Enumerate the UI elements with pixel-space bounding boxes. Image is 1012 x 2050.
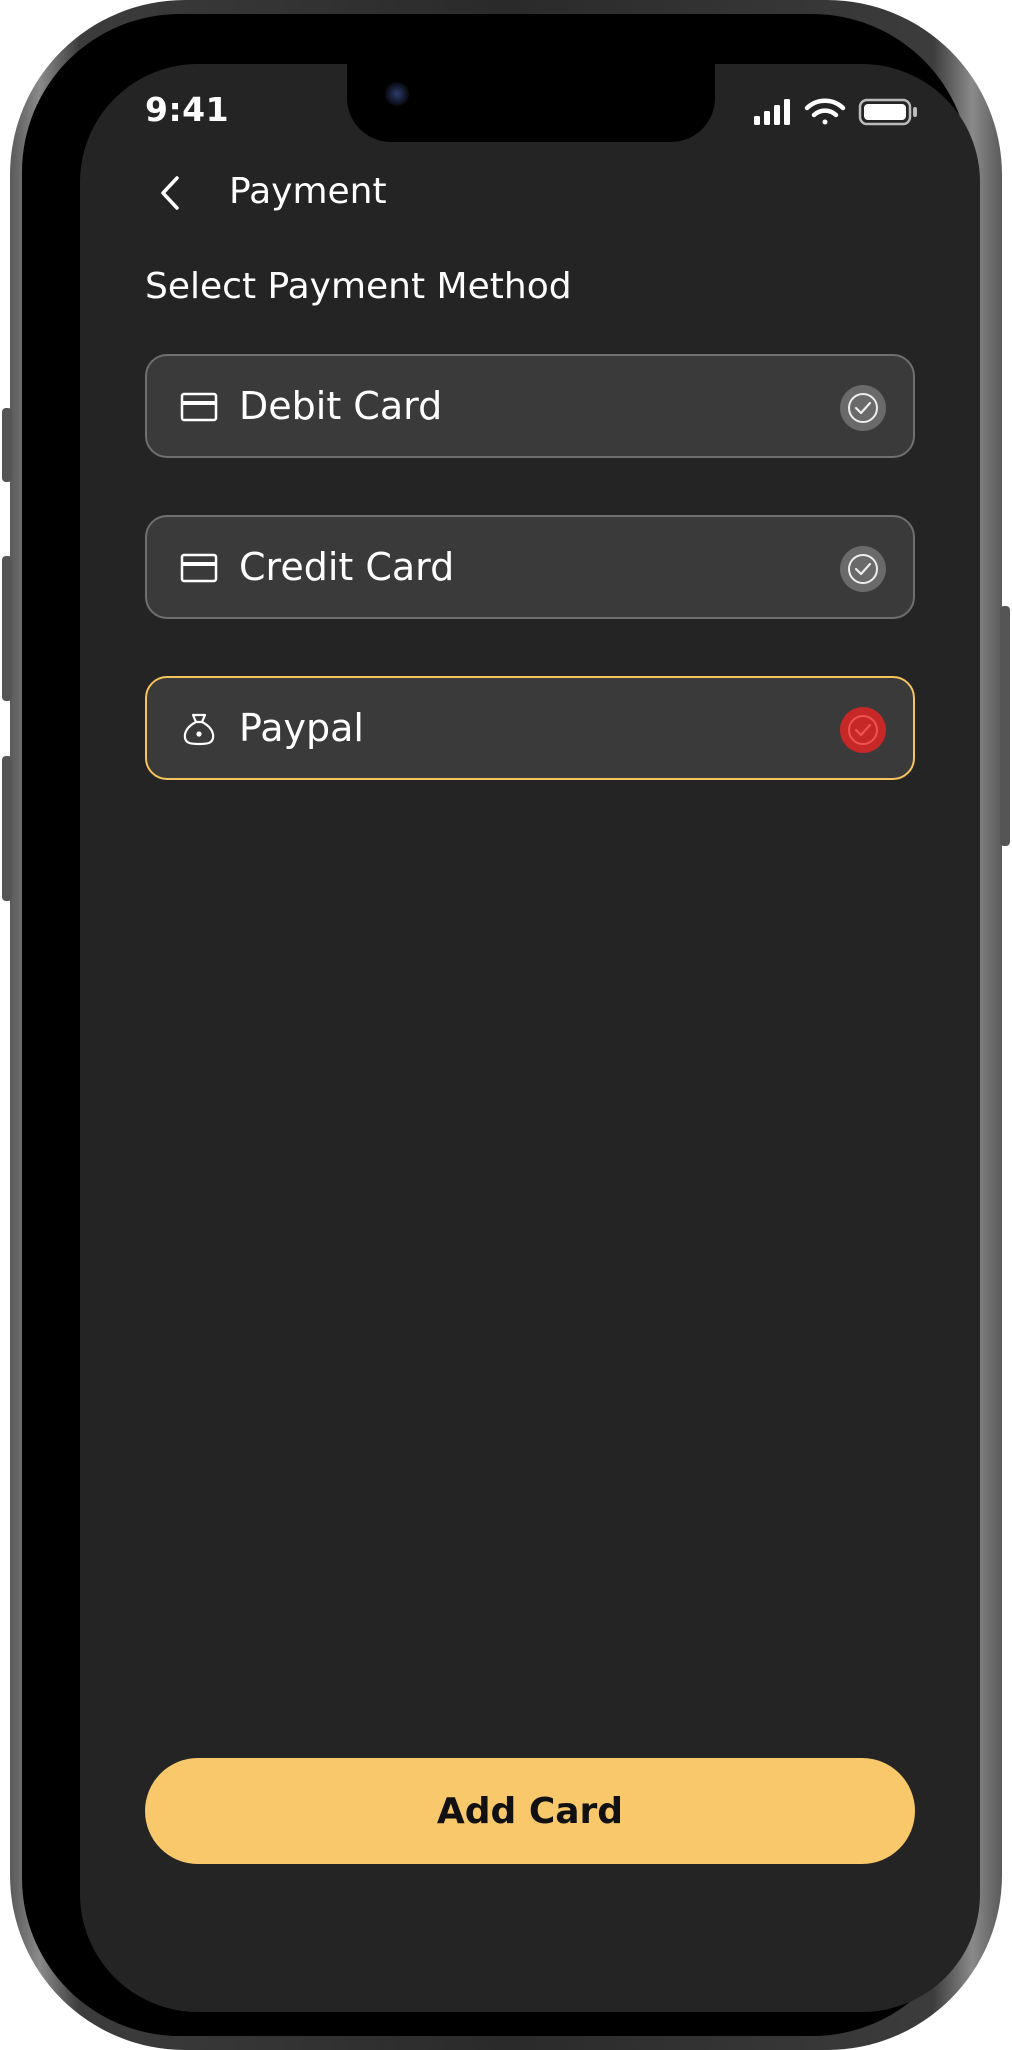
- chevron-left-icon: [161, 176, 179, 210]
- cellular-signal-icon: [754, 99, 790, 125]
- notch: [347, 64, 715, 142]
- credit-card-icon: [180, 553, 218, 583]
- volume-down-button: [2, 756, 12, 901]
- credit-card-icon: [180, 392, 218, 422]
- payment-option-credit-card[interactable]: Credit Card: [145, 515, 915, 619]
- status-time: 9:41: [145, 90, 230, 129]
- payment-option-label: Credit Card: [239, 545, 455, 589]
- status-icons: [754, 98, 917, 126]
- front-camera: [385, 82, 409, 106]
- payment-option-debit-card[interactable]: Debit Card: [145, 354, 915, 458]
- check-circle-icon: [840, 385, 886, 431]
- silent-switch: [2, 408, 12, 482]
- wifi-icon: [804, 98, 846, 125]
- battery-icon: [858, 98, 917, 126]
- check-circle-icon: [840, 546, 886, 592]
- section-title: Select Payment Method: [145, 266, 572, 307]
- check-circle-icon: [840, 707, 886, 753]
- volume-up-button: [2, 556, 12, 701]
- page-title: Payment: [229, 171, 387, 212]
- back-button[interactable]: [150, 168, 190, 218]
- payment-option-label: Debit Card: [239, 384, 443, 428]
- money-bag-icon: [183, 713, 215, 746]
- payment-option-label: Paypal: [239, 706, 364, 750]
- phone-bezel: 9:41 Payment Select Payment Method Debit…: [22, 14, 980, 2036]
- power-button: [1000, 606, 1010, 846]
- app-screen: 9:41 Payment Select Payment Method Debit…: [80, 64, 980, 2012]
- payment-option-paypal[interactable]: Paypal: [145, 676, 915, 780]
- add-card-button[interactable]: Add Card: [145, 1758, 915, 1864]
